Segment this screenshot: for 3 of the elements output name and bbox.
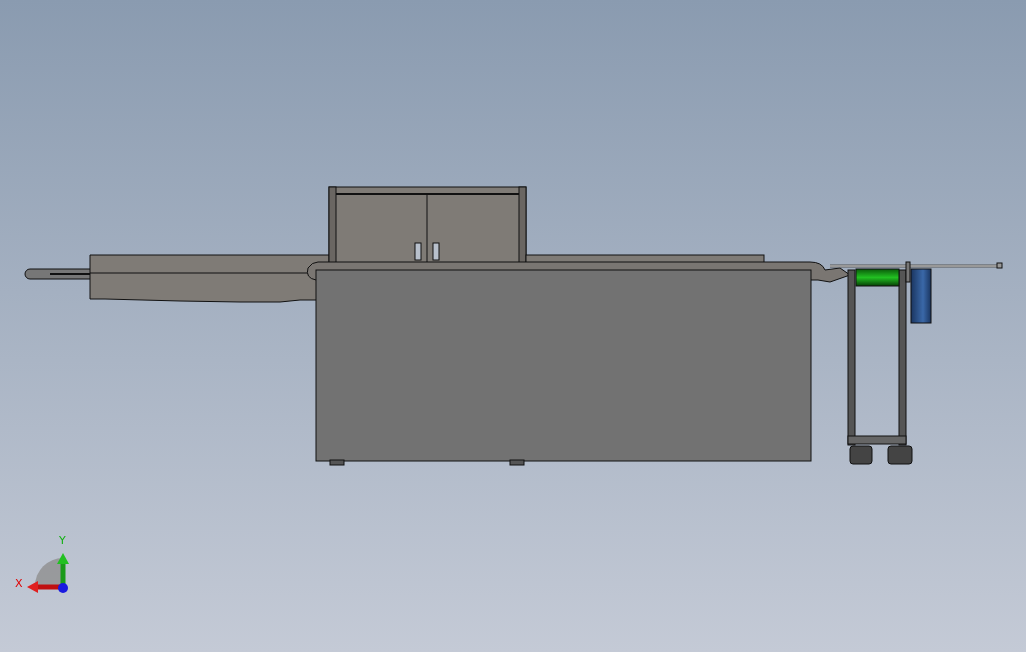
x-axis-label: X (15, 577, 23, 590)
y-axis-label: Y (59, 534, 66, 547)
axis-triad-icon (27, 553, 69, 593)
